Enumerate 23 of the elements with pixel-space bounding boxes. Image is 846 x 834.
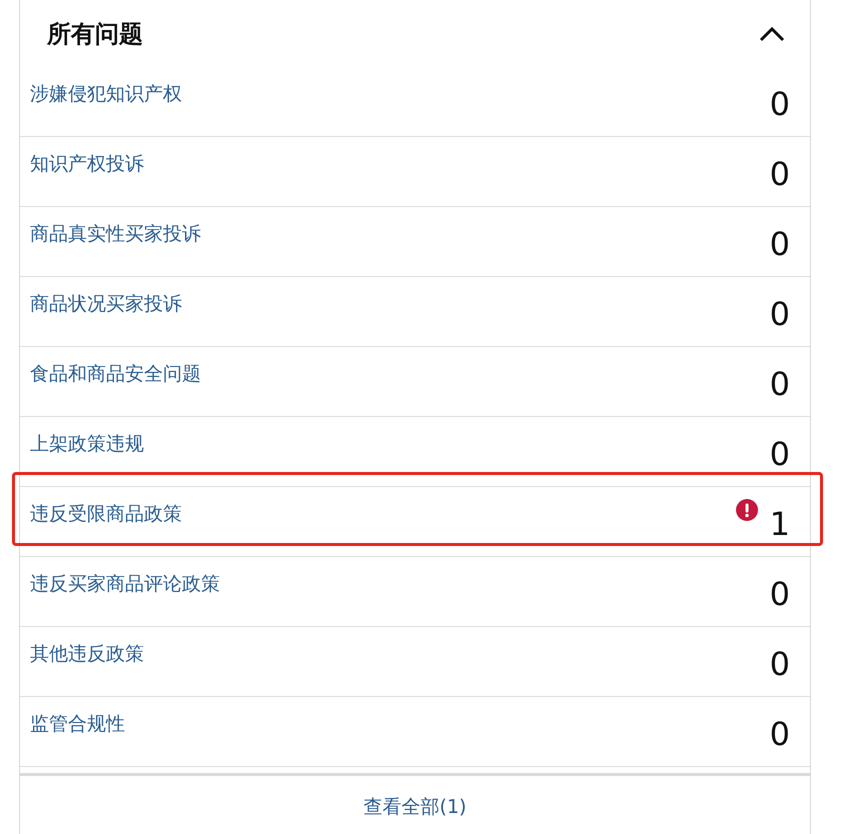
issue-count: 0 [770,155,790,193]
panel-title: 所有问题 [47,18,143,50]
issue-count: 0 [770,575,790,613]
issue-link[interactable]: 涉嫌侵犯知识产权 [30,81,182,107]
issue-link[interactable]: 食品和商品安全问题 [30,361,201,387]
issue-count: 0 [770,295,790,333]
issue-link[interactable]: 违反买家商品评论政策 [30,571,220,597]
issue-link[interactable]: 商品状况买家投诉 [30,291,182,317]
chevron-up-icon[interactable] [758,24,786,42]
issue-count: 0 [770,225,790,263]
issue-link[interactable]: 监管合规性 [30,711,125,737]
issue-link[interactable]: 违反受限商品政策 [30,501,182,527]
issue-count: 1 [770,505,790,543]
issue-count: 0 [770,435,790,473]
issue-link[interactable]: 上架政策违规 [30,431,144,457]
issue-count: 0 [770,715,790,753]
issue-count: 0 [770,365,790,403]
issue-count: 0 [770,645,790,683]
view-all-link[interactable]: 查看全部(1) [364,794,466,820]
issue-link[interactable]: 其他违反政策 [30,641,144,667]
issue-link[interactable]: 知识产权投诉 [30,151,144,177]
issue-link[interactable]: 商品真实性买家投诉 [30,221,201,247]
issue-count: 0 [770,85,790,123]
